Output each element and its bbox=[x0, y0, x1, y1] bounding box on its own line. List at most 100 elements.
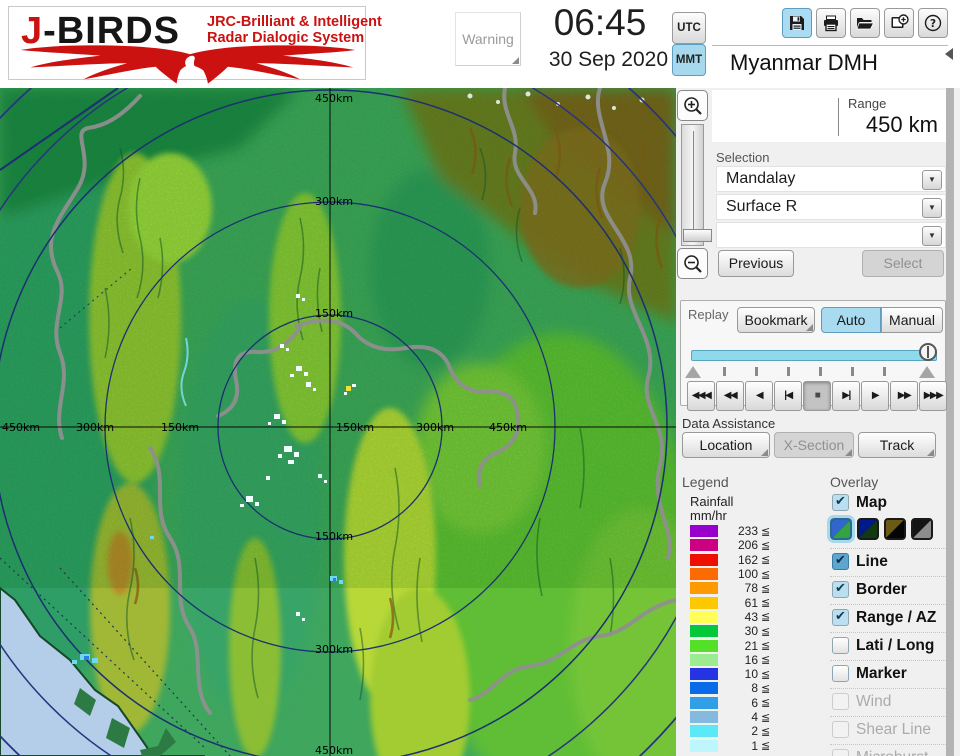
manual-mode-button[interactable]: Manual bbox=[881, 307, 943, 333]
chevron-down-icon[interactable]: ▼ bbox=[922, 170, 942, 190]
legend-row: 2 ≦ bbox=[690, 724, 800, 738]
check-icon: ✔ bbox=[835, 552, 846, 567]
legend-row: 21 ≦ bbox=[690, 638, 800, 653]
legend-unit-line1: Rainfall bbox=[690, 494, 734, 509]
legend-row: 162 ≦ bbox=[690, 553, 800, 567]
mmt-button[interactable]: MMT bbox=[672, 44, 706, 76]
open-folder-icon bbox=[856, 18, 875, 30]
help-button[interactable]: ? bbox=[918, 8, 948, 38]
logo-subtitle: JRC-Brilliant & Intelligent Radar Dialog… bbox=[207, 14, 382, 46]
map-style-terrain[interactable] bbox=[827, 515, 855, 543]
svg-text:300km: 300km bbox=[315, 643, 353, 656]
chevron-down-icon[interactable]: ▼ bbox=[922, 226, 942, 246]
overlay-item-marker[interactable]: ✔ Marker bbox=[830, 660, 946, 686]
skip-to-start-button[interactable]: |◀ bbox=[774, 381, 802, 411]
overlay-label: Overlay bbox=[830, 474, 879, 490]
product-dropdown[interactable]: Surface R ▼ bbox=[716, 194, 946, 220]
option-dropdown[interactable]: ▼ bbox=[716, 222, 946, 248]
svg-text:?: ? bbox=[930, 18, 936, 30]
save-button[interactable] bbox=[782, 8, 812, 38]
map-style-dark-blue[interactable] bbox=[857, 518, 879, 540]
fast-rewind-3-button[interactable]: ◀◀◀ bbox=[687, 381, 715, 411]
station-dropdown[interactable]: Mandalay ▼ bbox=[716, 166, 946, 192]
bookmark-button[interactable]: Bookmark bbox=[737, 307, 815, 333]
svg-text:150km: 150km bbox=[315, 530, 353, 543]
replay-panel: Replay Bookmark Auto Manual ◀◀◀ ◀◀ ◀ |◀ … bbox=[680, 300, 947, 411]
play-button[interactable]: ▶ bbox=[861, 381, 889, 411]
print-button[interactable] bbox=[816, 8, 846, 38]
svg-text:300km: 300km bbox=[76, 421, 114, 434]
capture-add-button[interactable] bbox=[884, 8, 914, 38]
map-style-olive[interactable] bbox=[884, 518, 906, 540]
legend-row: 233 ≦ bbox=[690, 524, 800, 538]
legend-row: 6 ≦ bbox=[690, 696, 800, 710]
zoom-slider-track[interactable] bbox=[681, 124, 712, 246]
check-icon: ✔ bbox=[835, 493, 846, 508]
panel-divider bbox=[712, 45, 948, 46]
zoom-slider-handle[interactable] bbox=[683, 229, 712, 242]
overlay-item-map[interactable]: ✔ Map bbox=[830, 490, 946, 516]
checkbox: ✔ bbox=[832, 749, 849, 756]
xsection-button[interactable]: X-Section bbox=[774, 432, 854, 458]
replay-slider-track[interactable] bbox=[691, 350, 937, 361]
terrain-noise bbox=[0, 88, 676, 588]
selection-label: Selection bbox=[716, 150, 770, 165]
fast-forward-3-button[interactable]: ▶▶▶ bbox=[919, 381, 947, 411]
play-reverse-button[interactable]: ◀ bbox=[745, 381, 773, 411]
eagle-icon bbox=[20, 45, 356, 84]
checkbox[interactable]: ✔ bbox=[832, 665, 849, 682]
checkbox[interactable]: ✔ bbox=[832, 637, 849, 654]
svg-text:450km: 450km bbox=[2, 421, 40, 434]
overlay-item-microburst: ✔ Microburst bbox=[830, 744, 946, 756]
zoom-out-button[interactable] bbox=[677, 248, 708, 279]
header-bar: J-BIRDS JRC-Brilliant & Intelligent Rada… bbox=[0, 0, 960, 88]
fast-forward-button[interactable]: ▶▶ bbox=[890, 381, 918, 411]
overlay-item-range-az[interactable]: ✔ Range / AZ bbox=[830, 604, 946, 630]
range-value: 450 km bbox=[865, 112, 938, 137]
fast-rewind-button[interactable]: ◀◀ bbox=[716, 381, 744, 411]
legend-unit-line2: mm/hr bbox=[690, 508, 727, 523]
utc-button[interactable]: UTC bbox=[672, 12, 706, 44]
toolbar: ? bbox=[782, 8, 948, 38]
chevron-down-icon[interactable]: ▼ bbox=[922, 198, 942, 218]
radar-map[interactable]: 450km 300km 150km 150km 300km 450km 450k… bbox=[0, 88, 676, 756]
auto-mode-button[interactable]: Auto bbox=[821, 307, 881, 333]
skip-to-end-button[interactable]: ▶| bbox=[832, 381, 860, 411]
replay-slider-handle[interactable] bbox=[919, 343, 937, 361]
legend-row: 8 ≦ bbox=[690, 681, 800, 695]
zoom-in-button[interactable] bbox=[677, 90, 708, 121]
svg-text:450km: 450km bbox=[489, 421, 527, 434]
checkbox: ✔ bbox=[832, 693, 849, 710]
overlay-item-shear-line: ✔ Shear Line bbox=[830, 716, 946, 742]
menu-corner-icon bbox=[845, 449, 852, 456]
track-button[interactable]: Track bbox=[858, 432, 936, 458]
legend-row: 78 ≦ bbox=[690, 581, 800, 595]
checkbox[interactable]: ✔ bbox=[832, 580, 849, 598]
window-edge bbox=[946, 88, 954, 756]
station-title: Myanmar DMH bbox=[730, 50, 878, 75]
check-icon: ✔ bbox=[835, 608, 846, 623]
panel-collapse-arrow-icon[interactable] bbox=[945, 48, 953, 60]
clock-time: 06:45 bbox=[553, 2, 647, 43]
menu-corner-icon bbox=[927, 449, 934, 456]
legend-row: 10 ≦ bbox=[690, 667, 800, 681]
overlay-item-line[interactable]: ✔ Line bbox=[830, 548, 946, 574]
overlay-item-border[interactable]: ✔ Border bbox=[830, 576, 946, 602]
data-assistance-label: Data Assistance bbox=[682, 416, 776, 431]
map-style-gray[interactable] bbox=[911, 518, 933, 540]
zoom-out-icon bbox=[683, 254, 702, 273]
save-icon bbox=[790, 16, 804, 30]
checkbox[interactable]: ✔ bbox=[832, 608, 849, 626]
checkbox: ✔ bbox=[832, 721, 849, 738]
select-button[interactable]: Select bbox=[862, 250, 944, 277]
previous-button[interactable]: Previous bbox=[718, 250, 794, 277]
open-file-button[interactable] bbox=[850, 8, 880, 38]
overlay-item-lati-long[interactable]: ✔ Lati / Long bbox=[830, 632, 946, 658]
checkbox[interactable]: ✔ bbox=[832, 493, 849, 511]
legend-row: 30 ≦ bbox=[690, 624, 800, 638]
stop-button[interactable]: ■ bbox=[803, 381, 831, 411]
svg-text:450km: 450km bbox=[315, 744, 353, 756]
checkbox[interactable]: ✔ bbox=[832, 552, 849, 570]
location-button[interactable]: Location bbox=[682, 432, 770, 458]
svg-text:150km: 150km bbox=[315, 307, 353, 320]
